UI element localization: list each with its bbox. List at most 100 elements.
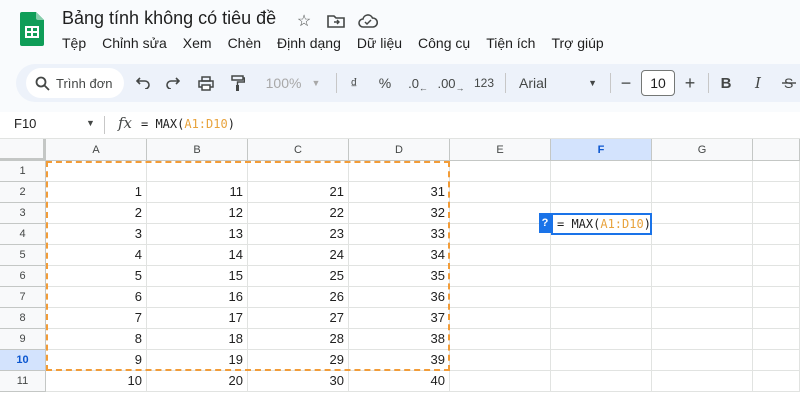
cell[interactable]: [450, 182, 551, 203]
cell[interactable]: 30: [248, 371, 349, 392]
cell[interactable]: 3: [46, 224, 147, 245]
cell[interactable]: 7: [46, 308, 147, 329]
formula-input[interactable]: = MAX(A1:D10): [141, 117, 235, 131]
cell[interactable]: [450, 308, 551, 329]
menu-edit[interactable]: Chỉnh sửa: [102, 35, 167, 55]
cell[interactable]: [46, 161, 147, 182]
cell[interactable]: 20: [147, 371, 248, 392]
cell[interactable]: 29: [248, 350, 349, 371]
cell[interactable]: [551, 245, 652, 266]
cell[interactable]: [551, 287, 652, 308]
cell[interactable]: [652, 371, 753, 392]
row-header-11[interactable]: 11: [0, 371, 46, 392]
move-folder-icon[interactable]: [326, 11, 346, 31]
cell[interactable]: 40: [349, 371, 450, 392]
percent-format-button[interactable]: %: [375, 70, 395, 96]
cell[interactable]: 35: [349, 266, 450, 287]
row-header-7[interactable]: 7: [0, 287, 46, 308]
cloud-saved-icon[interactable]: [358, 11, 378, 31]
cell[interactable]: 11: [147, 182, 248, 203]
column-header-a[interactable]: A: [46, 139, 147, 161]
cell[interactable]: [551, 182, 652, 203]
menu-tools[interactable]: Công cụ: [418, 35, 470, 55]
cell[interactable]: 2: [46, 203, 147, 224]
column-header-c[interactable]: C: [248, 139, 349, 161]
menu-help[interactable]: Trợ giúp: [551, 35, 603, 55]
cell[interactable]: [753, 329, 800, 350]
row-header-9[interactable]: 9: [0, 329, 46, 350]
cell[interactable]: [753, 182, 800, 203]
row-header-10[interactable]: 10: [0, 350, 46, 371]
cell[interactable]: [652, 245, 753, 266]
cell[interactable]: 19: [147, 350, 248, 371]
star-icon[interactable]: ☆: [294, 11, 314, 31]
column-header-overflow[interactable]: [753, 139, 800, 161]
cell[interactable]: [147, 161, 248, 182]
cell[interactable]: [450, 161, 551, 182]
cell[interactable]: [753, 371, 800, 392]
column-header-e[interactable]: E: [450, 139, 551, 161]
strikethrough-icon[interactable]: S: [778, 70, 800, 96]
sheets-logo-icon[interactable]: [20, 12, 44, 46]
increase-font-size-button[interactable]: +: [680, 70, 700, 96]
select-all-corner[interactable]: [0, 139, 46, 161]
menu-view[interactable]: Xem: [183, 35, 212, 55]
cell[interactable]: 9: [46, 350, 147, 371]
cell[interactable]: [450, 224, 551, 245]
cell[interactable]: [753, 350, 800, 371]
row-header-1[interactable]: 1: [0, 161, 46, 182]
cell[interactable]: [753, 308, 800, 329]
cell[interactable]: [551, 308, 652, 329]
cell[interactable]: [652, 266, 753, 287]
cell[interactable]: 12: [147, 203, 248, 224]
print-icon[interactable]: [194, 70, 218, 96]
redo-icon[interactable]: [162, 70, 184, 96]
cell[interactable]: [753, 224, 800, 245]
cell[interactable]: 17: [147, 308, 248, 329]
cell[interactable]: 36: [349, 287, 450, 308]
cell[interactable]: 4: [46, 245, 147, 266]
menu-insert[interactable]: Chèn: [228, 35, 261, 55]
row-header-4[interactable]: 4: [0, 224, 46, 245]
cell[interactable]: 13: [147, 224, 248, 245]
row-header-2[interactable]: 2: [0, 182, 46, 203]
cell[interactable]: [450, 371, 551, 392]
cell[interactable]: 14: [147, 245, 248, 266]
cell-editor[interactable]: = MAX(A1:D10): [551, 213, 652, 235]
cell[interactable]: [652, 329, 753, 350]
paint-format-icon[interactable]: [226, 70, 250, 96]
currency-format-button[interactable]: ₫: [344, 70, 364, 96]
cell[interactable]: [450, 329, 551, 350]
cell[interactable]: 1: [46, 182, 147, 203]
column-header-b[interactable]: B: [147, 139, 248, 161]
column-header-f[interactable]: F: [551, 139, 652, 161]
cell[interactable]: 8: [46, 329, 147, 350]
cell[interactable]: [551, 371, 652, 392]
cell[interactable]: [753, 203, 800, 224]
cell[interactable]: [551, 329, 652, 350]
search-menus-button[interactable]: Trình đơn: [26, 68, 124, 98]
cell[interactable]: 21: [248, 182, 349, 203]
cell[interactable]: 34: [349, 245, 450, 266]
column-header-d[interactable]: D: [349, 139, 450, 161]
cell[interactable]: [450, 203, 551, 224]
cell[interactable]: 33: [349, 224, 450, 245]
row-header-3[interactable]: 3: [0, 203, 46, 224]
cell[interactable]: 18: [147, 329, 248, 350]
menu-extensions[interactable]: Tiện ích: [486, 35, 535, 55]
cell[interactable]: [248, 161, 349, 182]
cell[interactable]: [652, 203, 753, 224]
cell[interactable]: [753, 266, 800, 287]
cell[interactable]: [551, 266, 652, 287]
document-title[interactable]: Bảng tính không có tiêu đề: [62, 8, 276, 29]
cell[interactable]: 25: [248, 266, 349, 287]
cell[interactable]: 37: [349, 308, 450, 329]
cell[interactable]: 15: [147, 266, 248, 287]
cell[interactable]: 10: [46, 371, 147, 392]
zoom-select[interactable]: 100% ▼: [258, 70, 328, 96]
undo-icon[interactable]: [132, 70, 154, 96]
cell[interactable]: 28: [248, 329, 349, 350]
decrease-decimal-button[interactable]: .0 ←: [405, 70, 431, 96]
cell[interactable]: [450, 350, 551, 371]
cell[interactable]: [450, 266, 551, 287]
